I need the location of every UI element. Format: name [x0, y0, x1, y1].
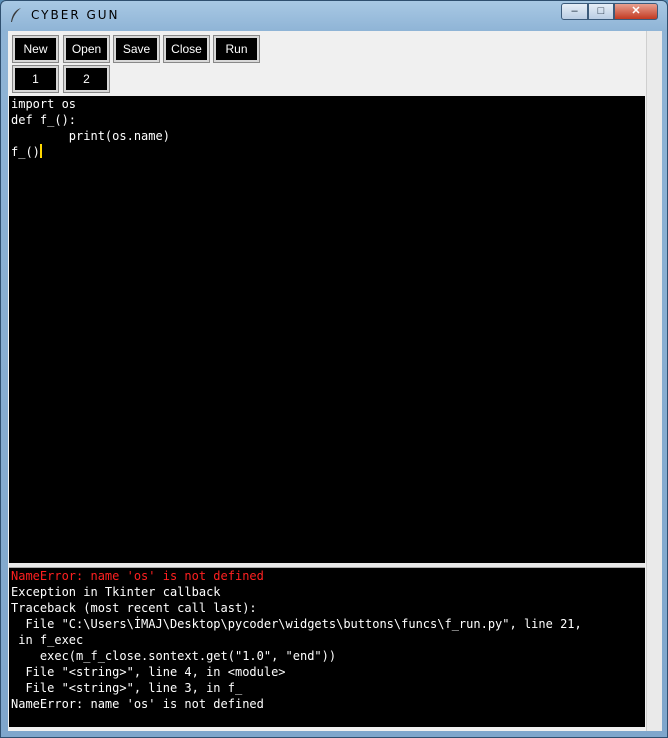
editor-line-active: f_(): [9, 144, 645, 160]
maximize-icon: □: [597, 5, 605, 17]
maximize-button[interactable]: □: [588, 3, 614, 20]
save-button[interactable]: Save: [113, 35, 160, 63]
tab-2-button[interactable]: 2: [63, 65, 110, 93]
console-line: File "<string>", line 4, in <module>: [11, 665, 286, 679]
close-window-button[interactable]: ✕: [614, 3, 658, 20]
close-icon: ✕: [631, 5, 641, 17]
console-line: File "C:\Users\İMAJ\Desktop\pycoder\widg…: [11, 617, 582, 631]
console-line: in f_exec: [11, 633, 84, 647]
console-line: Traceback (most recent call last):: [11, 601, 257, 615]
text-cursor: [39, 144, 42, 158]
console-error-line: NameError: name 'os' is not defined: [11, 569, 264, 583]
window-title: CYBER GUN: [31, 8, 120, 22]
run-button[interactable]: Run: [213, 35, 260, 63]
title-bar[interactable]: CYBER GUN – □ ✕: [1, 1, 667, 29]
tab-1-button[interactable]: 1: [12, 65, 59, 93]
app-window: CYBER GUN – □ ✕ New Open Save Close Run …: [0, 0, 668, 738]
console-line: Exception in Tkinter callback: [11, 585, 221, 599]
close-file-button[interactable]: Close: [163, 35, 210, 63]
editor-line: import os: [11, 97, 77, 111]
console-line: exec(m_f_close.sontext.get("1.0", "end")…: [11, 649, 337, 663]
minimize-button[interactable]: –: [561, 3, 588, 20]
open-button[interactable]: Open: [63, 35, 110, 63]
console-line: NameError: name 'os' is not defined: [11, 697, 264, 711]
vertical-scrollbar[interactable]: [646, 31, 662, 731]
console-line: File "<string>", line 3, in f_: [11, 681, 243, 695]
editor-line: def f_():: [11, 113, 77, 127]
client-area: New Open Save Close Run 1 2 import os de…: [8, 31, 662, 731]
code-editor[interactable]: import os def f_(): print(os.name) f_(): [9, 96, 645, 563]
editor-line-text: f_(): [11, 145, 40, 159]
editor-line: print(os.name): [11, 129, 170, 143]
minimize-icon: –: [571, 5, 578, 17]
feather-icon: [11, 8, 21, 22]
output-console[interactable]: NameError: name 'os' is not defined Exce…: [9, 568, 645, 727]
new-button[interactable]: New: [12, 35, 59, 63]
